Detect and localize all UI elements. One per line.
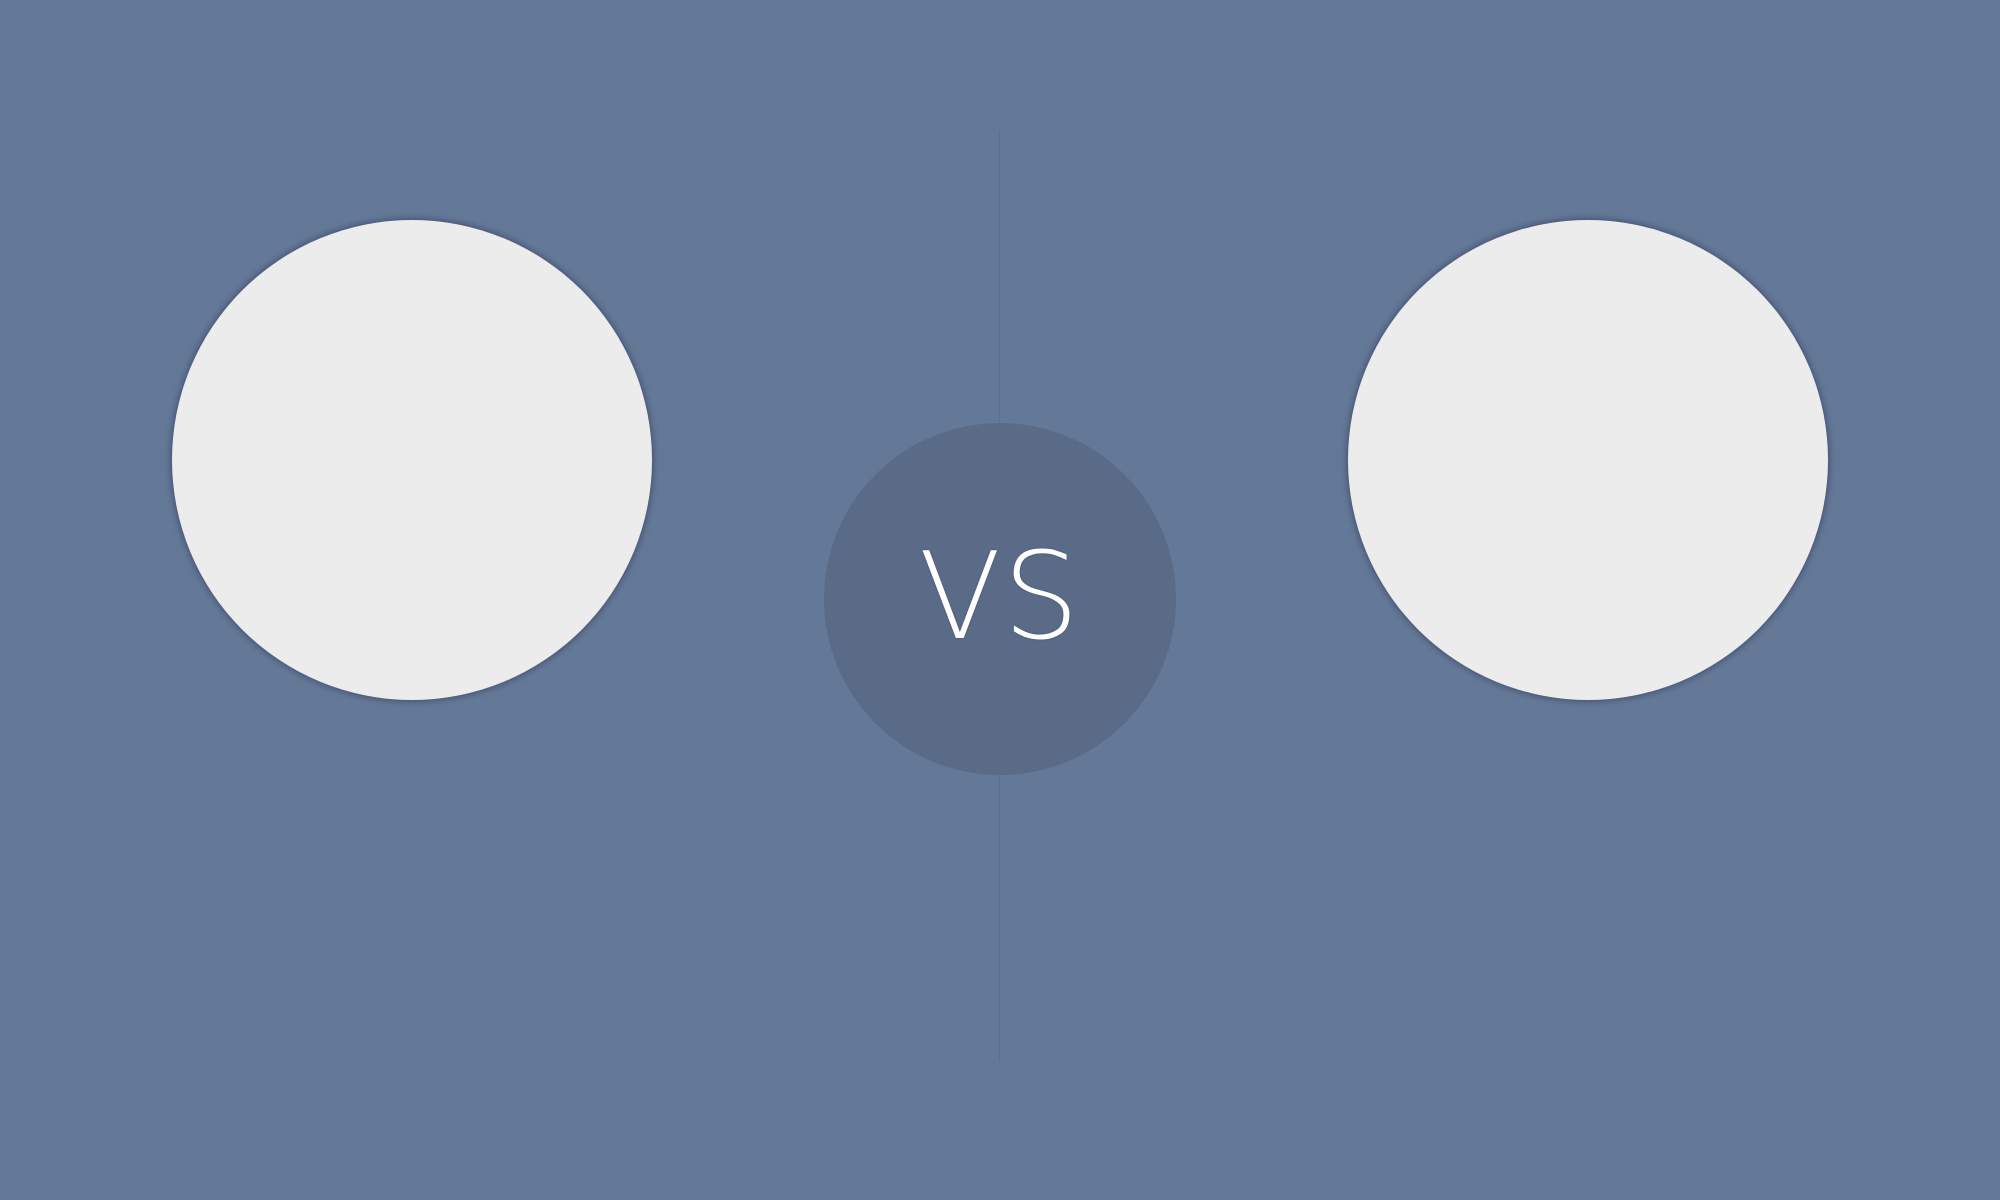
vs-label: VS bbox=[918, 528, 1082, 667]
right-contender-avatar bbox=[1348, 220, 1828, 700]
left-contender-avatar bbox=[172, 220, 652, 700]
vs-badge: VS bbox=[824, 423, 1176, 775]
versus-stage: VS bbox=[0, 0, 2000, 1200]
